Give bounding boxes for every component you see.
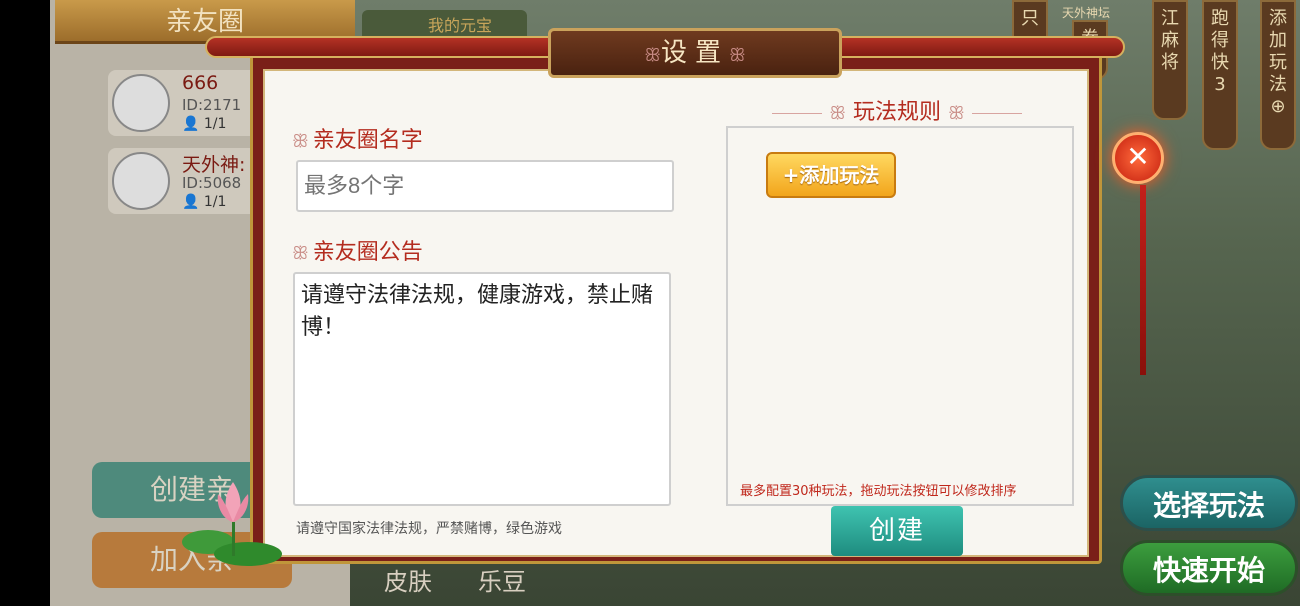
member-count-value: 1/1 xyxy=(203,194,227,210)
rules-title-text: 玩法规则 xyxy=(852,100,941,125)
tassel-decoration xyxy=(1140,185,1146,375)
tab-count: 3 xyxy=(1214,74,1226,95)
flower-ornament-icon: ꕥ xyxy=(292,243,309,264)
club-notice-label: ꕥ 亲友圈公告 xyxy=(292,234,423,266)
notice-hint: 请遵守国家法律法规，严禁赌博，绿色游戏 xyxy=(296,521,562,537)
dialog-title: 设置 xyxy=(660,38,729,68)
tab-label: 添加玩法 xyxy=(1269,8,1287,95)
tab-top-label: 天外神坛 xyxy=(1062,6,1111,20)
person-icon: 👤 xyxy=(182,194,204,210)
rules-note: 最多配置30种玩法，拖动玩法按钮可以修改排序 xyxy=(740,484,1017,499)
select-game-button[interactable]: 选择玩法 xyxy=(1120,475,1298,531)
tab-paodekuai[interactable]: 跑得快 3 xyxy=(1202,0,1238,150)
member-name: 天外神: xyxy=(182,154,246,176)
lotus-decoration xyxy=(182,482,282,566)
create-button[interactable]: 创建 xyxy=(831,506,963,556)
club-name-label: ꕥ 亲友圈名字 xyxy=(292,122,423,154)
person-icon: 👤 xyxy=(182,116,204,132)
tab-skin[interactable]: 皮肤 xyxy=(384,562,432,597)
rules-title: ꕥ 玩法规则 ꕥ xyxy=(762,94,1032,126)
club-notice-textarea[interactable]: 请遵守法律法规，健康游戏，禁止赌博！ xyxy=(293,272,671,506)
club-name-input[interactable] xyxy=(296,160,674,212)
member-id: ID:2171 xyxy=(182,96,242,114)
avatar xyxy=(112,74,170,132)
club-notice-label-text: 亲友圈公告 xyxy=(312,240,423,265)
avatar xyxy=(112,152,170,210)
tab-label: 江麻将 xyxy=(1161,8,1179,73)
tab-add-game[interactable]: 添加玩法 ⊕ xyxy=(1260,0,1296,150)
flower-ornament-icon: ꕥ xyxy=(829,103,846,124)
tab-label: 只 xyxy=(1021,8,1039,29)
tab-game-3[interactable]: 江麻将 xyxy=(1152,0,1188,120)
plus-icon: ⊕ xyxy=(1270,96,1286,117)
member-name: 666 xyxy=(182,72,219,94)
member-id: ID:5068 xyxy=(182,174,242,192)
flower-ornament-icon: ꕥ xyxy=(292,131,309,152)
add-rule-button[interactable]: +添加玩法 xyxy=(766,152,896,198)
flower-ornament-icon: ꕥ xyxy=(948,103,965,124)
divider xyxy=(772,112,823,114)
club-name-label-text: 亲友圈名字 xyxy=(312,128,423,153)
member-count-value: 1/1 xyxy=(203,116,227,132)
quick-start-button[interactable]: 快速开始 xyxy=(1120,540,1298,596)
close-icon[interactable]: ✕ xyxy=(1112,132,1164,184)
member-count: 👤 1/1 xyxy=(182,194,226,210)
dialog-title-plate: ꕥ设置ꕥ xyxy=(548,28,842,78)
ingot-label: 我的元宝 xyxy=(428,16,493,35)
member-count: 👤 1/1 xyxy=(182,116,226,132)
tab-ledou[interactable]: 乐豆 xyxy=(478,562,526,597)
flower-ornament-icon: ꕥ xyxy=(644,45,661,66)
flower-ornament-icon: ꕥ xyxy=(729,45,746,66)
tab-label: 跑得快 xyxy=(1211,8,1229,73)
divider xyxy=(971,112,1022,114)
